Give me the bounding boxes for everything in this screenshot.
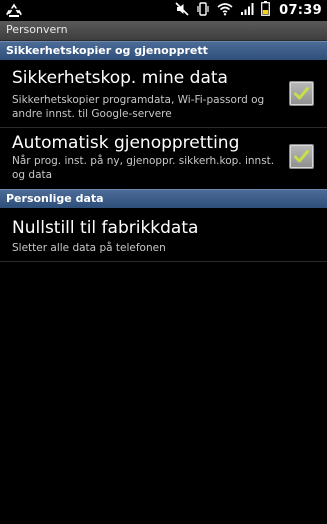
- page-title: Personvern: [6, 23, 68, 36]
- pref-backup-data[interactable]: Sikkerhetskop. mine data Sikkerhetskopie…: [0, 60, 327, 128]
- pref-summary: Sletter alle data på telefonen: [12, 242, 166, 254]
- pref-summary: Sikkerhetskopier programdata, Wi-Fi-pass…: [12, 94, 265, 120]
- status-time: 07:39: [279, 3, 322, 18]
- section-header-label: Personlige data: [6, 192, 104, 205]
- vibrate-icon: [196, 1, 210, 20]
- pref-title: Automatisk gjenoppretting: [12, 133, 240, 153]
- pref-auto-restore[interactable]: Automatisk gjenoppretting Når prog. inst…: [0, 128, 327, 189]
- mute-icon: [175, 1, 189, 20]
- section-header-personal-data: Personlige data: [0, 189, 327, 208]
- check-icon: [294, 87, 309, 100]
- check-icon: [294, 150, 309, 163]
- battery-icon: [261, 1, 271, 20]
- signal-icon: [240, 1, 254, 20]
- status-bar: 07:39: [0, 0, 327, 21]
- auto-restore-checkbox[interactable]: [289, 144, 314, 169]
- title-bar: Personvern: [0, 21, 327, 41]
- divider: [0, 261, 327, 262]
- pref-title: Nullstill til fabrikkdata: [12, 218, 199, 238]
- pref-summary: Når prog. inst. på ny, gjenoppr. sikkerh…: [12, 155, 275, 181]
- section-header-backup: Sikkerhetskopier og gjenopprett: [0, 41, 327, 60]
- backup-data-checkbox[interactable]: [289, 81, 314, 106]
- recycle-icon: [5, 2, 23, 20]
- pref-title: Sikkerhetskop. mine data: [12, 68, 228, 88]
- section-header-label: Sikkerhetskopier og gjenopprett: [6, 44, 208, 57]
- wifi-icon: [217, 1, 233, 20]
- pref-factory-reset[interactable]: Nullstill til fabrikkdata Sletter alle d…: [0, 208, 327, 262]
